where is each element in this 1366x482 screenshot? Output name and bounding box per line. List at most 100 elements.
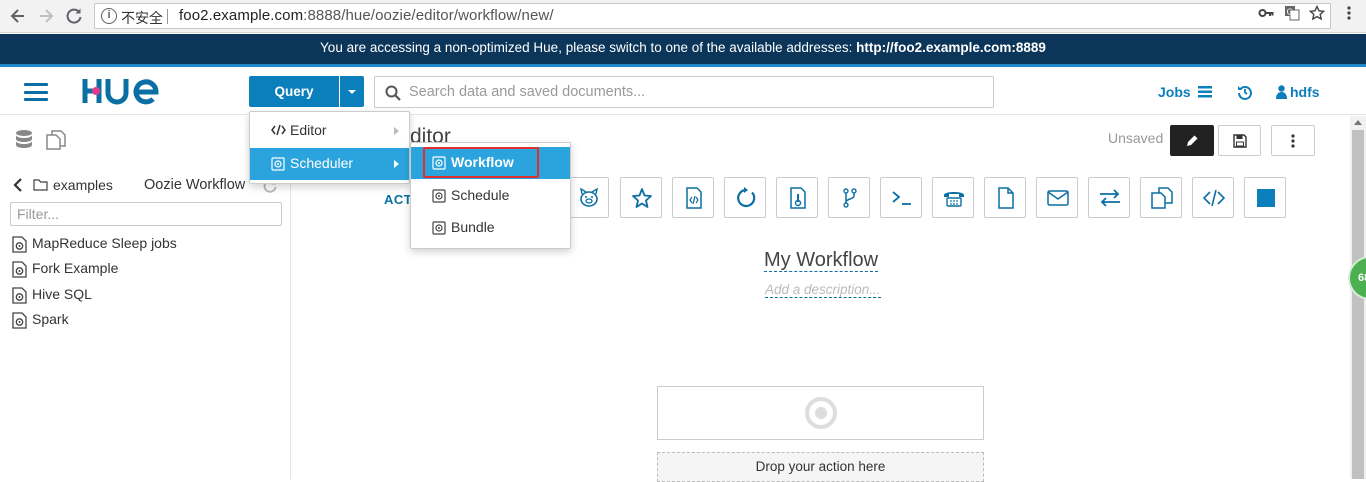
save-status: Unsaved xyxy=(1108,130,1164,146)
workflow-doc-icon xyxy=(12,261,27,278)
stop-action-tool[interactable] xyxy=(1244,177,1286,218)
browser-menu-icon[interactable] xyxy=(1341,5,1357,21)
database-icon[interactable] xyxy=(15,129,33,151)
top-navigation: Query Jobs hdfs xyxy=(0,67,1366,115)
jobs-link[interactable]: Jobs xyxy=(1158,84,1191,100)
browser-toolbar: i 不安全 foo2.example.com:8888/hue/oozie/ed… xyxy=(0,0,1366,33)
user-menu[interactable]: hdfs xyxy=(1276,84,1320,100)
banner-text: You are accessing a non-optimized Hue, p… xyxy=(320,40,857,55)
subworkflow-icon xyxy=(737,187,756,208)
folder-name[interactable]: examples xyxy=(53,177,113,193)
document-name: Hive SQL xyxy=(32,286,92,302)
optimization-banner: You are accessing a non-optimized Hue, p… xyxy=(0,34,1366,64)
workflow-doc-icon xyxy=(12,236,27,253)
document-type-label: Oozie Workflow xyxy=(144,177,246,193)
shell-icon xyxy=(892,191,911,205)
url-host: foo2.example.com xyxy=(179,7,304,24)
vertical-dots-icon xyxy=(1291,134,1295,148)
info-icon[interactable]: i xyxy=(101,8,117,24)
email-icon xyxy=(1047,190,1069,206)
pig-action-tool[interactable] xyxy=(567,177,609,218)
menu-item-editor[interactable]: Editor xyxy=(250,115,409,147)
search-input[interactable] xyxy=(409,81,979,103)
user-name: hdfs xyxy=(1290,84,1320,100)
spark-icon xyxy=(632,188,652,208)
user-icon xyxy=(1276,85,1287,99)
schedule-icon xyxy=(432,189,446,203)
pig-icon xyxy=(580,187,598,207)
menu-item-schedule[interactable]: Schedule xyxy=(411,180,570,212)
history-icon[interactable] xyxy=(1237,84,1253,100)
spark-action-tool[interactable] xyxy=(620,177,662,218)
reload-icon[interactable] xyxy=(64,6,84,26)
ssh-action-tool[interactable] xyxy=(932,177,974,218)
copy-icon xyxy=(1151,187,1173,209)
fs-action-tool[interactable] xyxy=(984,177,1026,218)
svg-text:G: G xyxy=(1287,8,1293,17)
fork-action-tool[interactable] xyxy=(828,177,870,218)
folder-icon xyxy=(33,179,48,191)
actions-label: ACT xyxy=(384,192,413,207)
menu-item-label: Editor xyxy=(290,122,327,138)
menu-item-bundle[interactable]: Bundle xyxy=(411,212,570,244)
hive-action-tool[interactable] xyxy=(776,177,818,218)
streaming-action-tool[interactable] xyxy=(1088,177,1130,218)
workflow-description[interactable]: Add a description... xyxy=(765,282,881,298)
query-dropdown-menu: Editor Scheduler xyxy=(249,111,410,184)
drop-zone[interactable]: Drop your action here xyxy=(657,452,984,482)
banner-link[interactable]: http://foo2.example.com:8889 xyxy=(856,40,1046,55)
chevron-left-icon[interactable] xyxy=(13,178,23,192)
hamburger-menu-icon[interactable] xyxy=(24,83,48,101)
submenu-arrow-icon xyxy=(394,160,399,168)
menu-item-label: Scheduler xyxy=(290,155,354,171)
workflow-name[interactable]: My Workflow xyxy=(764,249,879,272)
documents-icon[interactable] xyxy=(46,130,66,150)
submenu-arrow-icon xyxy=(394,127,399,135)
hue-logo[interactable] xyxy=(82,77,182,105)
search-box[interactable] xyxy=(374,76,994,108)
url-path: :8888/hue/oozie/editor/workflow/new/ xyxy=(303,7,554,24)
edit-button[interactable] xyxy=(1170,125,1214,156)
address-bar[interactable]: i 不安全 foo2.example.com:8888/hue/oozie/ed… xyxy=(94,3,1331,29)
fork-icon xyxy=(843,188,857,208)
menu-item-label: Schedule xyxy=(451,187,510,203)
generic-action-tool[interactable] xyxy=(1192,177,1234,218)
more-options-button[interactable] xyxy=(1271,125,1315,156)
start-icon xyxy=(805,397,837,429)
query-dropdown-caret[interactable] xyxy=(340,76,364,107)
code-icon xyxy=(271,124,286,136)
subworkflow-action-tool[interactable] xyxy=(724,177,766,218)
jobs-list-icon[interactable] xyxy=(1197,85,1213,99)
email-action-tool[interactable] xyxy=(1036,177,1078,218)
file-icon xyxy=(998,187,1014,209)
document-name: Spark xyxy=(32,311,69,327)
security-label: 不安全 xyxy=(121,10,163,26)
save-button[interactable] xyxy=(1218,125,1261,156)
distcp-action-tool[interactable] xyxy=(1140,177,1182,218)
stop-icon xyxy=(1257,189,1275,207)
search-icon xyxy=(385,85,401,101)
key-icon[interactable] xyxy=(1258,5,1274,21)
forward-icon[interactable] xyxy=(36,6,56,26)
exchange-icon xyxy=(1100,189,1120,207)
menu-item-label: Bundle xyxy=(451,219,495,235)
java-action-tool[interactable] xyxy=(672,177,714,218)
ssh-icon xyxy=(944,192,964,207)
java-icon xyxy=(686,187,702,209)
left-assist-panel: examples Oozie Workflow MapReduce Sleep … xyxy=(0,116,291,479)
document-name: MapReduce Sleep jobs xyxy=(32,235,177,251)
document-name: Fork Example xyxy=(32,260,119,276)
pencil-icon xyxy=(1187,135,1198,146)
query-button[interactable]: Query xyxy=(249,76,339,107)
translate-icon[interactable]: G xyxy=(1284,5,1300,21)
menu-item-scheduler[interactable]: Scheduler xyxy=(250,148,409,180)
bookmark-star-icon[interactable] xyxy=(1309,5,1325,21)
shell-action-tool[interactable] xyxy=(880,177,922,218)
filter-input[interactable] xyxy=(10,202,282,226)
bundle-icon xyxy=(432,221,446,235)
url-separator xyxy=(167,9,168,24)
back-icon[interactable] xyxy=(8,6,28,26)
save-icon xyxy=(1233,134,1247,148)
scrollbar-thumb[interactable] xyxy=(1352,130,1364,479)
scroll-up-arrow-icon[interactable] xyxy=(1354,120,1362,125)
